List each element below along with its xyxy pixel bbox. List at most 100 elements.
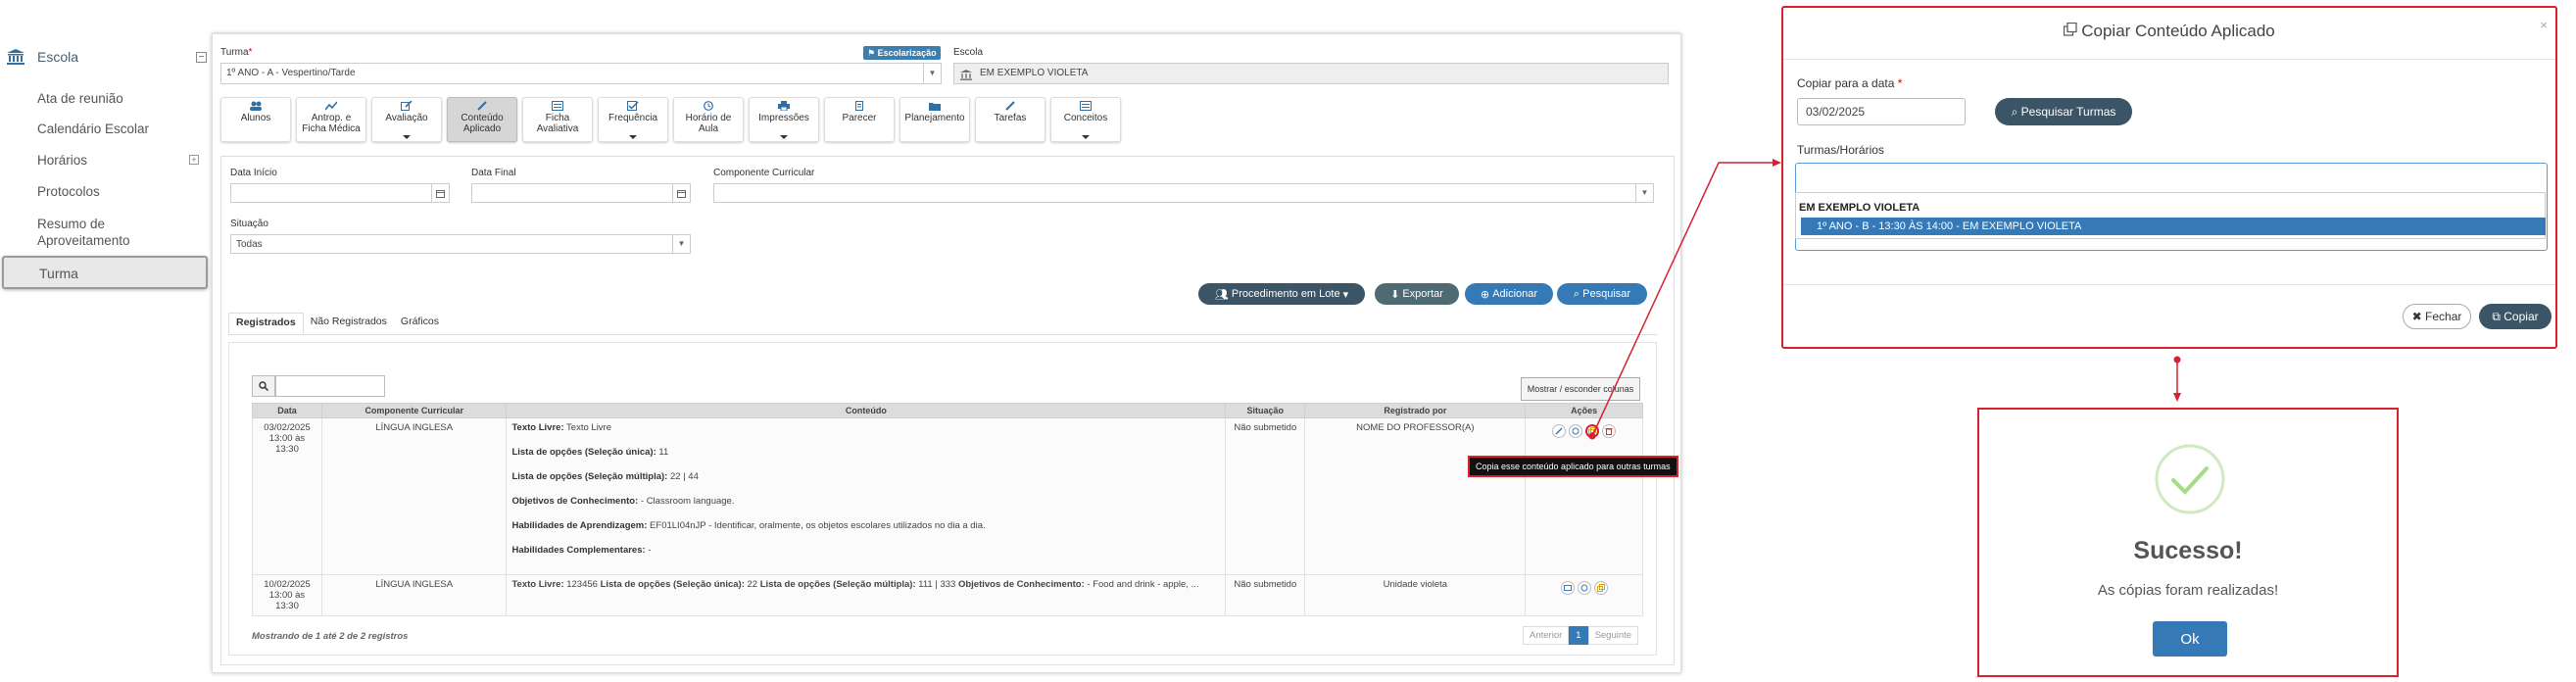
sidebar-item-resumo[interactable]: Resumo de	[37, 217, 105, 231]
success-dialog: Sucesso! As cópias foram realizadas! Ok	[1977, 408, 2399, 677]
chart-line-icon	[325, 101, 337, 111]
bank-icon	[960, 69, 972, 88]
expand-icon[interactable]: +	[189, 155, 199, 165]
row-author: Unidade violeta	[1304, 574, 1527, 616]
row-author: NOME DO PROFESSOR(A)	[1304, 417, 1527, 575]
view-icon[interactable]	[1560, 581, 1575, 595]
tab-nao-registrados[interactable]: Não Registrados	[304, 313, 394, 334]
table-row: 10/02/2025 13:00 às 13:30 LÍNGUA INGLESA …	[252, 574, 1643, 616]
search-turmas-button[interactable]: ⌕ Pesquisar Turmas	[1995, 98, 2132, 125]
copy-date-input[interactable]: 03/02/2025	[1797, 98, 1966, 125]
copiar-button[interactable]: ⧉ Copiar	[2479, 304, 2552, 329]
situacao-select[interactable]: Todas ▼	[230, 234, 691, 254]
tab-graficos[interactable]: Gráficos	[394, 313, 446, 334]
trash-icon[interactable]	[1602, 424, 1617, 438]
fechar-button[interactable]: ✖ Fechar	[2403, 304, 2471, 329]
edit-icon[interactable]	[1552, 424, 1567, 438]
toggle-columns-button[interactable]: Mostrar / esconder colunas	[1521, 377, 1640, 401]
copy-icon	[2064, 22, 2077, 41]
divider	[1783, 284, 2555, 285]
list-icon	[1080, 101, 1092, 111]
tab-planejamento[interactable]: Planejamento	[899, 97, 970, 142]
tab-alunos[interactable]: Alunos	[220, 97, 291, 142]
col-conteudo[interactable]: Conteúdo	[506, 403, 1227, 418]
copy-icon[interactable]	[1585, 424, 1600, 438]
calendar-icon[interactable]	[431, 184, 449, 202]
caret-down-icon	[629, 135, 637, 139]
col-registrado[interactable]: Registrado por	[1304, 403, 1527, 418]
ok-button[interactable]: Ok	[2153, 621, 2227, 657]
history-icon[interactable]	[1569, 424, 1583, 438]
pager-current[interactable]: 1	[1569, 626, 1588, 645]
sidebar-item-calendario[interactable]: Calendário Escolar	[37, 122, 149, 136]
main-panel: Turma* ⚑ Escolarização 1º ANO - A - Vesp…	[212, 33, 1681, 673]
escolarizacao-badge[interactable]: ⚑ Escolarização	[863, 46, 941, 60]
dropdown-option[interactable]: 1º ANO - B - 13:30 ÀS 14:00 - EM EXEMPLO…	[1801, 218, 2546, 235]
table-search-input[interactable]	[275, 375, 385, 397]
list-icon	[552, 101, 563, 111]
copy-tooltip: Copia esse conteúdo aplicado para outras…	[1468, 456, 1678, 477]
col-componente[interactable]: Componente Curricular	[320, 403, 508, 418]
success-check-icon	[2154, 443, 2226, 515]
pagination: Anterior 1 Seguinte	[1523, 626, 1639, 645]
tab-avaliacao[interactable]: Avaliação	[371, 97, 442, 142]
tab-ficha-avaliativa[interactable]: Ficha Avaliativa	[522, 97, 593, 142]
download-icon: ⬇	[1390, 288, 1403, 301]
componente-label: Componente Curricular	[713, 168, 815, 178]
tab-frequencia[interactable]: Frequência	[598, 97, 668, 142]
procedimento-lote-button[interactable]: 👥︎ Procedimento em Lote ▾	[1198, 283, 1365, 305]
sidebar-item-horarios[interactable]: Horários +	[37, 153, 199, 168]
sidebar: Escola − Ata de reunião Calendário Escol…	[0, 0, 211, 682]
col-situacao[interactable]: Situação	[1225, 403, 1306, 418]
sidebar-item-turma[interactable]: Turma	[2, 256, 208, 289]
row-component: LÍNGUA INGLESA	[320, 574, 508, 616]
sidebar-item-ata[interactable]: Ata de reunião	[37, 91, 123, 106]
tab-impressoes[interactable]: Impressões	[749, 97, 819, 142]
tab-horario-aula[interactable]: Horário de Aula	[673, 97, 744, 142]
sidebar-item-aproveitamento[interactable]: Aproveitamento	[37, 233, 130, 248]
data-final-label: Data Final	[471, 168, 516, 178]
chevron-down-icon: ▼	[923, 64, 941, 83]
data-inicio-input[interactable]	[230, 183, 450, 203]
printer-icon	[778, 101, 790, 111]
tab-conteudo-aplicado[interactable]: Conteúdo Aplicado	[447, 97, 517, 142]
escola-field: EM EXEMPLO VIOLETA	[953, 63, 1669, 84]
data-final-input[interactable]	[471, 183, 691, 203]
row-date: 10/02/2025 13:00 às 13:30	[252, 574, 322, 616]
pencil-icon	[476, 101, 488, 111]
pesquisar-button[interactable]: ⌕ Pesquisar	[1557, 283, 1647, 305]
pager-prev[interactable]: Anterior	[1523, 626, 1570, 645]
col-data[interactable]: Data	[252, 403, 322, 418]
componente-select[interactable]: ▼	[713, 183, 1654, 203]
clock-icon	[703, 101, 714, 111]
tab-parecer[interactable]: Parecer	[824, 97, 895, 142]
caret-down-icon	[1082, 135, 1090, 139]
table-search-button[interactable]	[252, 375, 275, 397]
tab-conceitos[interactable]: Conceitos	[1050, 97, 1121, 142]
collapse-icon[interactable]: −	[196, 51, 207, 63]
adicionar-button[interactable]: ⊕ Adicionar	[1465, 283, 1553, 305]
close-icon[interactable]: ×	[2540, 18, 2548, 32]
tab-tarefas[interactable]: Tarefas	[975, 97, 1045, 142]
content-subtabs: Registrados Não Registrados Gráficos	[228, 313, 446, 334]
tab-registrados[interactable]: Registrados	[228, 313, 304, 334]
module-tabs: Alunos Antrop. e Ficha Médica Avaliação C…	[220, 97, 1126, 144]
pager-next[interactable]: Seguinte	[1587, 626, 1639, 645]
bank-icon	[6, 48, 25, 66]
tab-antropometria[interactable]: Antrop. e Ficha Médica	[296, 97, 366, 142]
success-title: Sucesso!	[2133, 537, 2243, 564]
sidebar-item-label: Horários	[37, 153, 88, 168]
chevron-down-icon: ▼	[672, 235, 690, 253]
row-date: 03/02/2025 13:00 às 13:30	[252, 417, 322, 575]
exportar-button[interactable]: ⬇ Exportar	[1375, 283, 1459, 305]
pencil-icon	[1004, 101, 1016, 111]
calendar-icon[interactable]	[672, 184, 690, 202]
row-actions	[1525, 417, 1643, 575]
sidebar-item-protocolos[interactable]: Protocolos	[37, 184, 100, 199]
edit-icon	[401, 101, 413, 111]
history-icon[interactable]	[1577, 581, 1591, 595]
turma-select[interactable]: 1º ANO - A - Vespertino/Tarde ▼	[220, 63, 942, 84]
copy-icon[interactable]	[1593, 581, 1608, 595]
sidebar-header[interactable]: Escola −	[6, 45, 207, 69]
search-icon	[259, 381, 268, 391]
